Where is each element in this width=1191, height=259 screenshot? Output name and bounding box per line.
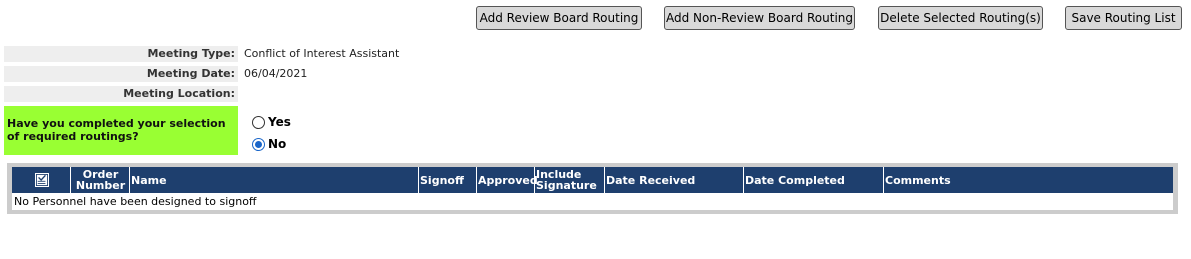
column-date-received: Date Received	[605, 167, 744, 193]
meeting-date-value: 06/04/2021	[244, 67, 308, 80]
select-all-header[interactable]	[12, 167, 71, 193]
radio-option-no[interactable]: No	[252, 137, 286, 151]
delete-selected-routings-button[interactable]: Delete Selected Routing(s)	[878, 6, 1043, 30]
radio-yes-button[interactable]	[252, 115, 265, 129]
column-comments: Comments	[885, 173, 951, 187]
meeting-date-label: Meeting Date:	[4, 66, 238, 82]
radio-option-yes[interactable]: Yes	[252, 115, 291, 129]
radio-no-label: No	[268, 137, 287, 151]
add-review-board-routing-button[interactable]: Add Review Board Routing	[476, 6, 642, 30]
column-include-signature: Include Signature	[535, 167, 605, 193]
meeting-location-label: Meeting Location:	[4, 86, 238, 102]
select-all-checkbox-icon[interactable]	[34, 173, 49, 187]
column-date-completed: Date Completed	[744, 167, 884, 193]
column-signoff: Signoff	[419, 167, 477, 193]
column-approved: Approved	[477, 167, 538, 193]
save-routing-list-button[interactable]: Save Routing List	[1065, 6, 1182, 30]
routing-completion-question: Have you completed your selection of req…	[4, 106, 238, 155]
table-header: Order Number Name Signoff Approved Inclu…	[12, 167, 1173, 193]
radio-yes-label: Yes	[268, 115, 291, 129]
add-non-review-board-routing-button[interactable]: Add Non-Review Board Routing	[664, 6, 855, 30]
meeting-type-value: Conflict of Interest Assistant	[244, 47, 400, 60]
column-order-number: Order Number	[71, 167, 130, 193]
radio-no-button[interactable]	[252, 137, 265, 151]
table-empty-row: No Personnel have been designed to signo…	[12, 193, 1173, 210]
meeting-type-label: Meeting Type:	[4, 46, 238, 62]
column-name: Name	[130, 167, 419, 193]
routing-table: Order Number Name Signoff Approved Inclu…	[7, 163, 1178, 214]
